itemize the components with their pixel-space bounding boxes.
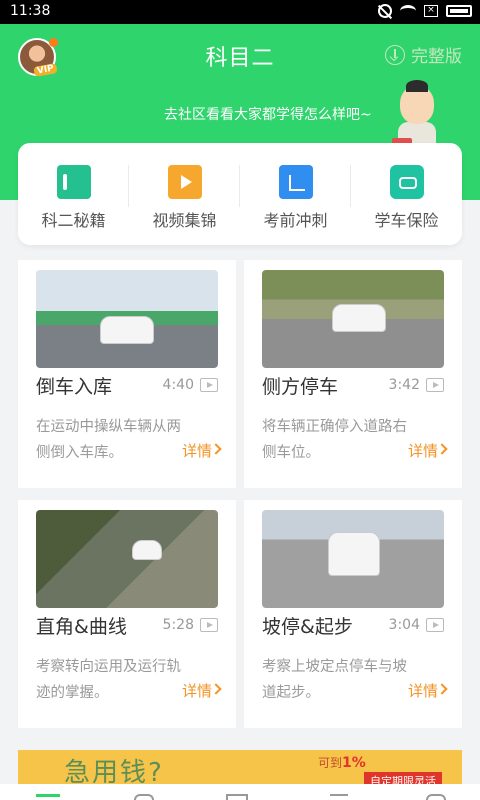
video-description: 考察上坡定点停车与坡道起步。 — [262, 659, 407, 701]
details-link[interactable]: 详情 — [182, 680, 212, 701]
video-card[interactable]: 坡停&起步 3:04 考察上坡定点停车与坡道起步。 详情 — [244, 500, 462, 728]
wifi-icon — [400, 5, 416, 17]
video-thumbnail[interactable] — [36, 270, 218, 368]
battery-icon — [446, 5, 472, 17]
video-duration: 5:28 — [162, 617, 194, 633]
status-icons: × — [378, 4, 472, 18]
play-icon[interactable] — [200, 618, 218, 632]
video-card[interactable]: 倒车入库 4:40 在运动中操纵车辆从两侧倒入车库。 详情 — [18, 260, 236, 488]
video-description: 考察转向运用及运行轨迹的掌握。 — [36, 659, 181, 701]
tab-discover-icon[interactable] — [134, 794, 154, 800]
details-link[interactable]: 详情 — [408, 440, 438, 461]
exam-icon — [278, 165, 313, 199]
video-description: 将车辆正确停入道路右侧车位。 — [262, 419, 407, 461]
quick-link-label: 学车保险 — [374, 211, 439, 230]
mute-icon — [378, 4, 392, 18]
video-icon — [167, 165, 202, 199]
banner-rate: 可到1% — [318, 755, 366, 771]
video-thumbnail[interactable] — [262, 510, 444, 608]
quick-link-secrets[interactable]: 科二秘籍 — [18, 143, 129, 245]
insurance-icon — [389, 165, 424, 199]
details-link[interactable]: 详情 — [182, 440, 212, 461]
no-sim-icon: × — [424, 5, 438, 17]
tab-home-icon[interactable] — [36, 794, 60, 800]
details-link[interactable]: 详情 — [408, 680, 438, 701]
video-title: 侧方停车 — [262, 376, 339, 398]
status-bar: 11:38 × — [0, 0, 480, 24]
video-duration: 4:40 — [162, 377, 194, 393]
tab-community-icon[interactable] — [226, 794, 248, 800]
quick-link-sprint[interactable]: 考前冲刺 — [240, 143, 351, 245]
quick-link-label: 视频集锦 — [152, 211, 217, 230]
quick-links-card: 科二秘籍 视频集锦 考前冲刺 学车保险 — [18, 143, 462, 245]
video-duration: 3:04 — [388, 617, 420, 633]
video-title: 坡停&起步 — [262, 616, 353, 638]
chevron-right-icon — [436, 443, 448, 455]
full-version-label: 完整版 — [411, 47, 462, 67]
quick-link-label: 科二秘籍 — [41, 211, 106, 230]
video-thumbnail[interactable] — [262, 270, 444, 368]
video-duration: 3:42 — [388, 377, 420, 393]
quick-link-videos[interactable]: 视频集锦 — [129, 143, 240, 245]
chevron-right-icon — [210, 443, 222, 455]
tab-profile-icon[interactable] — [426, 794, 446, 800]
chevron-right-icon — [436, 683, 448, 695]
play-icon[interactable] — [426, 378, 444, 392]
community-link[interactable]: 去社区看看大家都学得怎么样吧~ — [164, 104, 372, 124]
tab-shop-icon[interactable] — [330, 794, 348, 800]
status-time: 11:38 — [10, 3, 51, 19]
video-title: 直角&曲线 — [36, 616, 127, 638]
quick-link-label: 考前冲刺 — [263, 211, 328, 230]
video-card[interactable]: 直角&曲线 5:28 考察转向运用及运行轨迹的掌握。 详情 — [18, 500, 236, 728]
book-icon — [56, 165, 91, 199]
video-card[interactable]: 侧方停车 3:42 将车辆正确停入道路右侧车位。 详情 — [244, 260, 462, 488]
download-icon — [385, 44, 405, 65]
play-icon[interactable] — [200, 378, 218, 392]
video-title: 倒车入库 — [36, 376, 113, 398]
play-icon[interactable] — [426, 618, 444, 632]
bottom-tab-bar — [0, 784, 480, 800]
video-description: 在运动中操纵车辆从两侧倒入车库。 — [36, 419, 181, 461]
quick-link-insurance[interactable]: 学车保险 — [351, 143, 462, 245]
full-version-button[interactable]: 完整版 — [385, 42, 462, 67]
video-thumbnail[interactable] — [36, 510, 218, 608]
chevron-right-icon — [210, 683, 222, 695]
